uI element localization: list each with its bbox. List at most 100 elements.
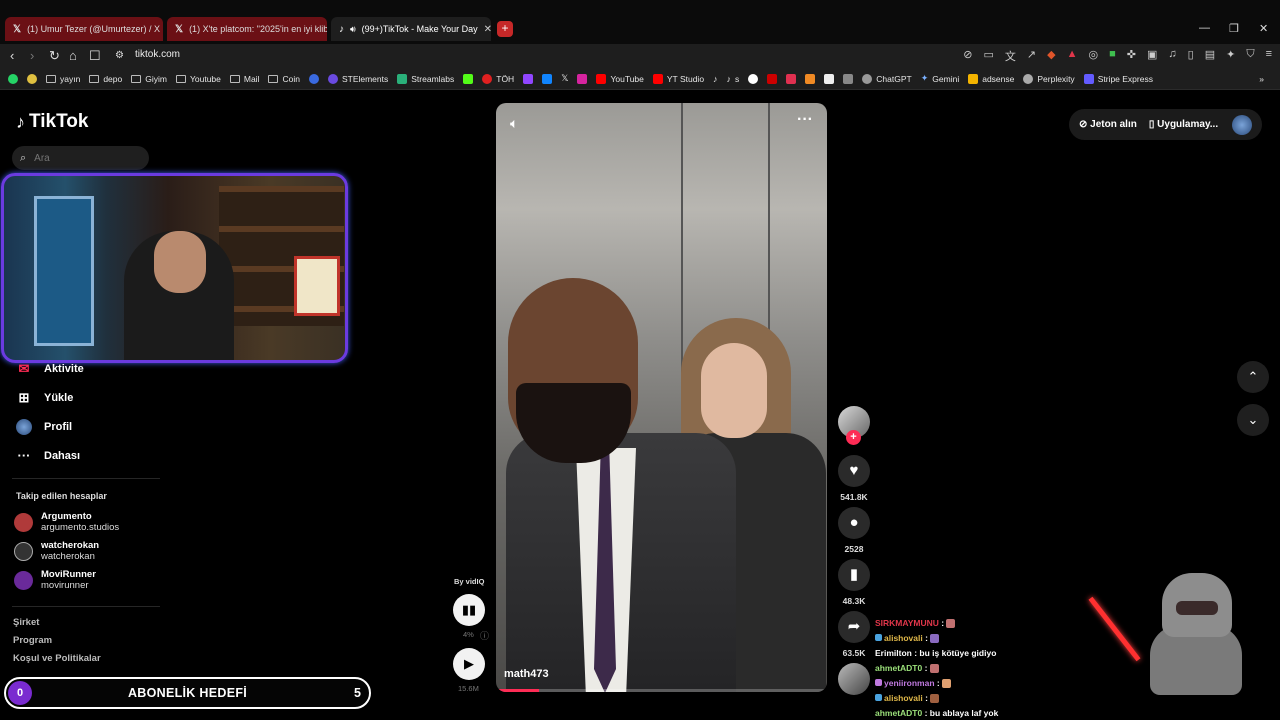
netflix-icon <box>767 73 778 84</box>
site-info-icon[interactable]: ⚙ <box>115 50 124 61</box>
more-options-icon[interactable]: ··· <box>797 111 813 129</box>
bookmark-item[interactable]: STElements <box>327 73 388 84</box>
extension-icon[interactable]: ■ <box>1109 48 1116 64</box>
bookmark-item[interactable]: YouTube <box>596 73 644 84</box>
bookmark-item[interactable] <box>463 73 474 84</box>
bookmark-item[interactable] <box>805 73 816 84</box>
menu-profile[interactable]: Profil <box>16 419 72 435</box>
user-avatar[interactable] <box>1232 114 1252 135</box>
wallet-icon[interactable]: ▤ <box>1205 48 1215 64</box>
comment-button[interactable]: ● <box>838 507 870 539</box>
whatsapp-bookmark[interactable] <box>8 73 18 84</box>
bookmark-folder[interactable]: Youtube <box>175 74 221 84</box>
get-app-button[interactable]: ▯ Uygulamay... <box>1149 119 1218 130</box>
video-author[interactable]: math473 <box>504 668 549 680</box>
bookmark-item[interactable] <box>843 73 854 84</box>
bookmark-item[interactable] <box>824 73 835 84</box>
menu-upload[interactable]: ⊞ Yükle <box>16 390 74 406</box>
following-account-3[interactable]: MoviRunner movirunner <box>14 569 96 591</box>
footer-terms-link[interactable]: Koşul ve Politikalar <box>13 653 101 664</box>
share-icon[interactable]: ↗ <box>1027 48 1036 64</box>
sound-avatar[interactable] <box>838 663 870 695</box>
bookmark-folder[interactable]: Giyim <box>131 74 167 84</box>
reload-icon[interactable]: ↻ <box>49 48 60 64</box>
bookmark-item[interactable] <box>577 73 588 84</box>
browser-tab-3[interactable]: ♪ 🔊︎ (99+)TikTok - Make Your Day ✕ <box>331 17 491 41</box>
browser-tab-2[interactable]: 𝕏 (1) X'te platcom: "2025'in en iyi klib… <box>167 17 327 41</box>
menu-icon[interactable]: ≡ <box>1266 48 1272 64</box>
footer-program-link[interactable]: Program <box>13 635 52 646</box>
follow-plus-icon[interactable]: + <box>846 430 861 445</box>
vpn-icon[interactable]: ⛉ <box>1246 48 1254 64</box>
browser-tab-1[interactable]: 𝕏 (1) Umur Tezer (@Umurtezer) / X ✕ <box>5 17 163 41</box>
bookmark-item[interactable] <box>748 73 759 84</box>
footer-company-link[interactable]: Şirket <box>13 617 39 628</box>
glasses-icon[interactable]: ◎ <box>1089 48 1099 64</box>
share-button[interactable]: ➦ <box>838 611 870 643</box>
search-input[interactable] <box>34 152 135 164</box>
goal-target: 5 <box>354 686 361 700</box>
bookmark-folder[interactable]: Coin <box>268 74 300 84</box>
bookmark-item[interactable]: Perplexity <box>1023 73 1075 84</box>
bookmark-item[interactable] <box>308 73 319 84</box>
bookmark-item[interactable] <box>542 73 553 84</box>
play-button[interactable]: ▶ <box>453 648 485 680</box>
translate-icon[interactable]: 文 <box>1005 48 1016 64</box>
youtube-icon <box>596 73 607 84</box>
video-progress-bar[interactable] <box>496 689 827 692</box>
close-tab-icon[interactable]: ✕ <box>484 24 491 35</box>
chrome-bookmark[interactable] <box>27 73 37 84</box>
sidebar-icon[interactable]: ▯ <box>1188 48 1194 64</box>
bookmark-item[interactable]: ChatGPT <box>862 73 912 84</box>
maximize-icon[interactable]: ❐ <box>1229 22 1239 35</box>
like-button[interactable]: ♥ <box>838 455 870 487</box>
screen-icon[interactable]: ▭ <box>984 48 994 64</box>
bookmark-folder[interactable]: depo <box>89 74 122 84</box>
menu-more[interactable]: ··· Dahası <box>16 448 81 463</box>
extension-icon[interactable]: ⊘ <box>963 48 972 64</box>
bookmark-item[interactable]: ✦ Gemini <box>921 73 959 84</box>
bookmark-item[interactable]: 𝕏 <box>561 73 568 84</box>
bookmark-item[interactable]: TÖH <box>482 73 514 84</box>
save-button[interactable]: ▮ <box>838 559 870 591</box>
minimize-icon[interactable]: — <box>1199 22 1210 34</box>
bookmark-item[interactable]: adsense <box>968 73 1014 84</box>
bookmark-item[interactable] <box>786 73 797 84</box>
following-account-2[interactable]: watcherokan watcherokan <box>14 540 99 562</box>
bookmark-icon[interactable]: ☐ <box>89 48 101 64</box>
close-window-icon[interactable]: ✕ <box>1259 22 1268 35</box>
leo-icon[interactable]: ✦ <box>1226 48 1235 64</box>
puzzle-icon[interactable]: ✜ <box>1127 48 1136 64</box>
bookmark-item[interactable]: ♪ s <box>727 74 740 84</box>
music-icon[interactable]: ♫ <box>1168 48 1176 64</box>
bookmark-item[interactable]: YT Studio <box>652 73 704 84</box>
following-account-1[interactable]: Argumento argumento.studios <box>14 511 119 533</box>
account-handle: argumento.studios <box>41 522 120 533</box>
new-tab-button[interactable]: + <box>497 21 513 37</box>
forward-icon[interactable]: › <box>30 48 34 63</box>
next-video-button[interactable]: ⌄ <box>1237 404 1269 436</box>
get-coins-button[interactable]: ⊘ Jeton alın <box>1079 119 1137 130</box>
bookmark-folder[interactable]: Mail <box>229 74 259 84</box>
back-icon[interactable]: ‹ <box>10 48 14 63</box>
bookmark-item[interactable] <box>767 73 778 84</box>
bookmark-item[interactable] <box>523 73 534 84</box>
info-icon[interactable]: ⓘ <box>480 629 489 642</box>
bookmark-item[interactable]: ♪ <box>713 74 718 84</box>
brave-shield-icon[interactable]: ◆ <box>1047 48 1055 64</box>
bookmark-item[interactable]: Streamlabs <box>397 73 454 84</box>
previous-video-button[interactable]: ⌃ <box>1237 361 1269 393</box>
more-bookmarks-icon[interactable]: » <box>1259 74 1264 84</box>
address-bar[interactable]: tiktok.com <box>135 49 180 60</box>
stats-button[interactable]: ▮▮ <box>453 594 485 626</box>
menu-activity[interactable]: ✉ Aktivite <box>16 361 84 377</box>
rewards-icon[interactable]: ▲ <box>1067 48 1078 64</box>
home-icon[interactable]: ⌂ <box>69 48 77 63</box>
bookmark-folder[interactable]: yayın <box>46 74 80 84</box>
volume-icon[interactable]: 🔈︎ <box>510 115 518 132</box>
tiktok-logo[interactable]: ♪ TikTok <box>16 111 88 133</box>
video-player[interactable]: 🔈︎ ··· math473 <box>496 103 827 692</box>
bookmark-item[interactable]: Stripe Express <box>1083 73 1153 84</box>
search-box[interactable]: ⌕ <box>12 146 149 170</box>
capture-icon[interactable]: ▣ <box>1147 48 1157 64</box>
